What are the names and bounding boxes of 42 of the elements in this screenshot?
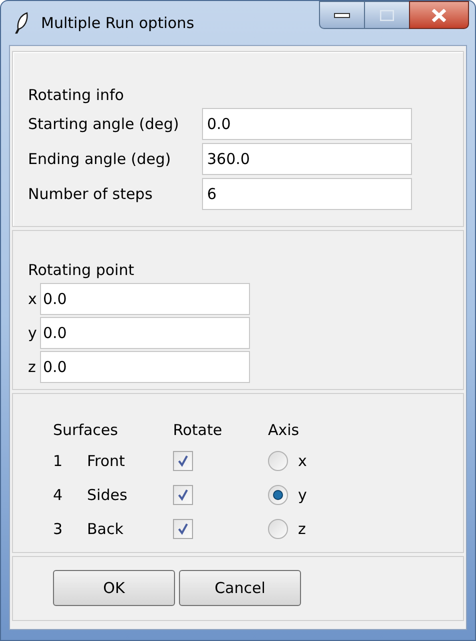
dialog-button[interactable]: OK (53, 570, 175, 606)
input-field[interactable]: 360.0 (202, 143, 412, 175)
feather-icon (15, 12, 29, 34)
surface-number: 1 (53, 450, 64, 472)
field-label: y (28, 322, 38, 344)
rotate-checkbox[interactable] (173, 485, 193, 505)
maximize-icon (380, 10, 394, 20)
checkmark-icon (177, 523, 189, 535)
field-label: Starting angle (deg) (28, 114, 180, 135)
field-label: x (28, 288, 38, 310)
input-field[interactable]: 0.0 (40, 351, 250, 383)
surface-number: 4 (53, 484, 64, 506)
surface-name: Back (87, 518, 124, 540)
section-heading: Rotating point (28, 260, 136, 281)
surface-name: Sides (87, 484, 128, 506)
section-heading: Rotating info (28, 85, 125, 106)
axis-radio[interactable]: y (268, 484, 348, 506)
close-button[interactable] (409, 1, 469, 29)
field-label: z (28, 356, 37, 378)
surface-name: Front (87, 450, 126, 472)
maximize-button[interactable] (365, 1, 409, 29)
column-header: Rotate (173, 420, 224, 441)
field-label: Number of steps (28, 184, 154, 205)
axis-radio[interactable]: z (268, 518, 348, 540)
rotate-checkbox[interactable] (173, 451, 193, 471)
surface-number: 3 (53, 518, 64, 540)
checkmark-icon (177, 489, 189, 501)
field-label: Ending angle (deg) (28, 148, 172, 170)
input-field[interactable]: 0.0 (40, 283, 250, 315)
checkmark-icon (177, 455, 189, 467)
minimize-button[interactable] (319, 1, 365, 29)
input-field[interactable]: 6 (202, 178, 412, 210)
rotate-checkbox[interactable] (173, 519, 193, 539)
close-icon (431, 8, 447, 22)
column-header: Axis (268, 420, 300, 441)
input-field[interactable]: 0.0 (40, 317, 250, 349)
axis-radio[interactable]: x (268, 450, 348, 472)
input-field[interactable]: 0.0 (202, 108, 412, 140)
minimize-icon (334, 12, 350, 18)
column-header: Surfaces (53, 420, 119, 441)
dialog-button[interactable]: Cancel (179, 570, 301, 606)
window-title: Multiple Run options (41, 12, 194, 34)
